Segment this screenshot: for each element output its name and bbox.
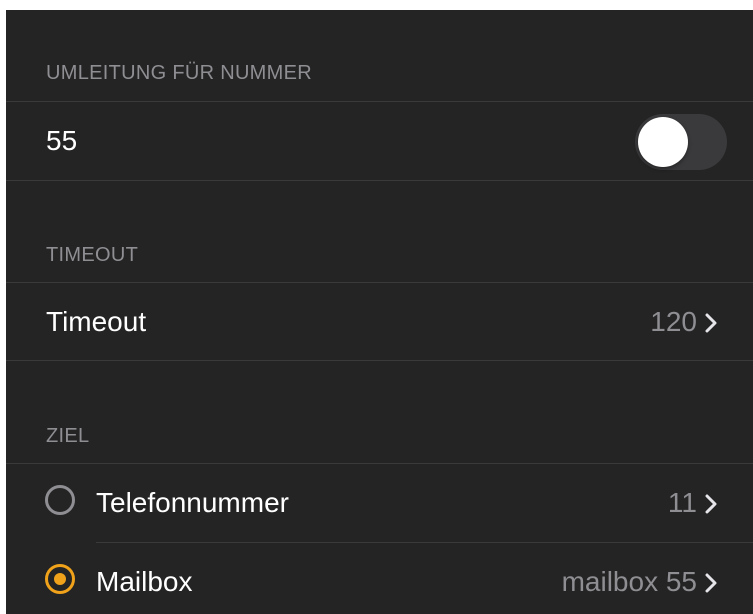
target-option-value: 11 [667,487,697,518]
chevron-right-icon [703,464,719,542]
radio-unchecked-icon[interactable] [45,485,75,515]
settings-panel: UMLEITUNG FÜR NUMMER 55 TIMEOUT Timeout … [6,10,753,614]
target-option-mailbox[interactable]: Mailbox mailbox 55 [6,543,753,614]
separator [6,180,753,181]
radio-checked-icon[interactable] [45,564,75,594]
timeout-label: Timeout [46,306,147,337]
redirect-number-label: 55 [46,125,78,156]
section-header-timeout: TIMEOUT [46,244,139,266]
separator [6,360,753,361]
target-option-telefonnummer[interactable]: Telefonnummer 11 [6,464,753,542]
section-header-target: ZIEL [46,425,90,447]
timeout-value: 120 [650,306,697,337]
radio-dot [54,573,66,585]
redirect-toggle[interactable] [635,114,727,170]
target-option-value: mailbox 55 [561,566,697,597]
target-option-label: Telefonnummer [96,487,289,518]
redirect-row: 55 [6,102,753,180]
chevron-right-icon [703,543,719,614]
toggle-knob [638,117,688,167]
target-option-label: Mailbox [96,566,193,597]
section-header-redirect: UMLEITUNG FÜR NUMMER [46,62,312,84]
timeout-row[interactable]: Timeout 120 [6,283,753,361]
chevron-right-icon [703,283,719,361]
